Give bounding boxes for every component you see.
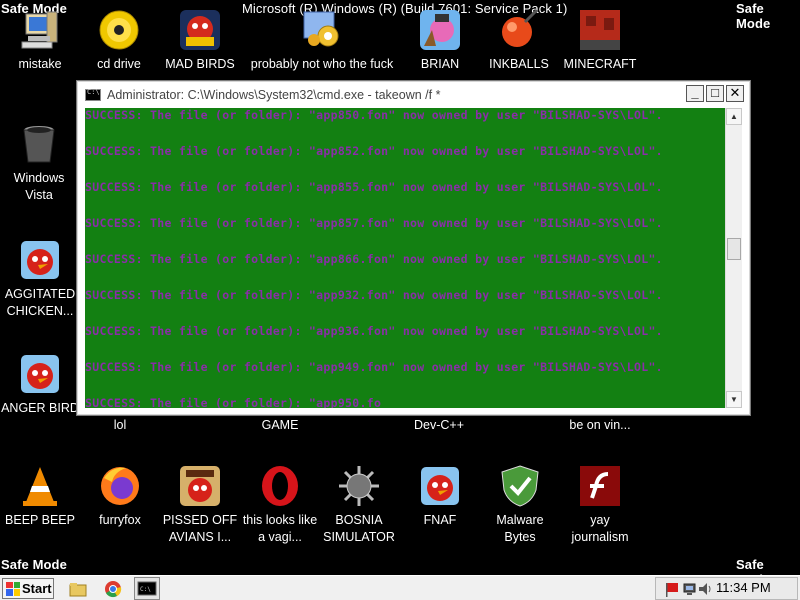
desktop-icon-label: GAME <box>261 418 299 432</box>
recycle-bin-icon <box>17 122 61 166</box>
cmd-icon: C:\ <box>137 581 157 596</box>
desktop-icon-label: Windows Vista <box>13 171 65 202</box>
angry-birds-seasons-icon <box>178 464 222 508</box>
close-button[interactable]: ✕ <box>726 85 744 102</box>
flash-icon <box>578 464 622 508</box>
desktop-icon-game[interactable]: GAME <box>232 417 328 434</box>
maximize-button[interactable]: □ <box>706 85 724 102</box>
safe-mode-label-top-right: Safe Mode <box>736 1 771 31</box>
desktop-icon-lol[interactable]: lol <box>72 417 168 434</box>
start-button[interactable]: Start <box>2 578 54 599</box>
computer-icon <box>18 8 62 52</box>
desktop-icon-label: BOSNIA SIMULATOR <box>323 513 395 544</box>
cmd-window-titlebar[interactable]: Administrator: C:\Windows\System32\cmd.e… <box>77 81 750 108</box>
explorer-icon[interactable] <box>68 579 88 599</box>
cmd-window[interactable]: Administrator: C:\Windows\System32\cmd.e… <box>76 80 751 416</box>
console-line: SUCCESS: The file (or folder): "app850.f… <box>85 108 663 122</box>
desktop-icon-dev-cpp[interactable]: Dev-C++ <box>391 417 487 434</box>
console-line: SUCCESS: The file (or folder): "app949.f… <box>85 360 663 374</box>
scrollbar-thumb[interactable] <box>727 238 741 260</box>
scroll-up-arrow-icon[interactable]: ▲ <box>726 108 742 125</box>
desktop-icon-label: ANGER BIRD <box>1 401 79 415</box>
desktop-icon-aggitated-chicken[interactable]: AGGITATED CHICKEN... <box>0 238 88 320</box>
console-line: SUCCESS: The file (or folder): "app936.f… <box>85 324 663 338</box>
desktop-icon-label: lol <box>113 418 127 432</box>
control-panel-icon <box>300 8 344 52</box>
cmd-window-title: Administrator: C:\Windows\System32\cmd.e… <box>107 87 441 102</box>
spiked-ball-icon <box>337 464 381 508</box>
angry-birds-icon <box>18 238 62 282</box>
safe-mode-label-bottom-left: Safe Mode <box>1 557 67 572</box>
desktop-icon-label: probably not who the fuck <box>250 57 394 71</box>
inkball-icon <box>497 8 541 52</box>
angry-birds-icon <box>418 464 462 508</box>
desktop-icon-be-on-vin[interactable]: be on vin... <box>552 417 648 434</box>
taskbar: Start C:\ 11:34 PM <box>0 575 800 600</box>
console-scrollbar[interactable]: ▲ ▼ <box>725 108 742 408</box>
vlc-icon <box>18 464 62 508</box>
console-line: SUCCESS: The file (or folder): "app866.f… <box>85 252 663 266</box>
cd-drive-icon <box>97 8 141 52</box>
shield-check-icon <box>498 464 542 508</box>
start-label: Start <box>22 581 52 596</box>
opera-icon <box>258 464 302 508</box>
console-output[interactable]: SUCCESS: The file (or folder): "app850.f… <box>85 108 728 408</box>
angry-birds-icon <box>18 352 62 396</box>
desktop-icon-label: PISSED OFF AVIANS I... <box>162 513 238 544</box>
desktop-icon-label: MAD BIRDS <box>165 57 235 71</box>
volume-icon[interactable] <box>696 579 716 599</box>
windows-flag-icon <box>6 581 20 596</box>
desktop-icon-label: MINECRAFT <box>563 57 637 71</box>
taskbar-clock[interactable]: 11:34 PM <box>716 580 771 595</box>
desktop-icon-label: yay journalism <box>571 513 629 544</box>
angry-birds-space-icon <box>178 8 222 52</box>
console-line: SUCCESS: The file (or folder): "app855.f… <box>85 180 663 194</box>
minecraft-icon <box>578 8 622 52</box>
taskbar-cmd-button[interactable]: C:\ <box>134 577 160 600</box>
desktop-icon-windows-vista[interactable]: Windows Vista <box>0 122 87 204</box>
desktop-icon-label: AGGITATED CHICKEN... <box>4 287 76 318</box>
desktop-icon-label: Malware Bytes <box>496 513 544 544</box>
svg-text:C:\: C:\ <box>140 586 151 593</box>
console-line: SUCCESS: The file (or folder): "app932.f… <box>85 288 663 302</box>
bird-slingshot-icon <box>418 8 462 52</box>
scroll-down-arrow-icon[interactable]: ▼ <box>726 391 742 408</box>
desktop-icon-label: this looks like a vagi... <box>242 513 318 544</box>
desktop-icon-label: be on vin... <box>569 418 631 432</box>
desktop-icon-minecraft[interactable]: MINECRAFT <box>552 8 648 73</box>
chrome-icon[interactable] <box>103 579 123 599</box>
firefox-icon <box>98 464 142 508</box>
desktop-icon-control-panel[interactable]: probably not who the fuck <box>237 8 407 73</box>
desktop-icon-mad-birds[interactable]: MAD BIRDS <box>152 8 248 73</box>
minimize-button[interactable]: _ <box>686 85 704 102</box>
console-line: SUCCESS: The file (or folder): "app950.f… <box>85 396 382 408</box>
cmd-icon <box>85 88 101 101</box>
desktop-icon-label: Dev-C++ <box>413 418 465 432</box>
action-center-flag-icon[interactable] <box>662 579 682 599</box>
console-line: SUCCESS: The file (or folder): "app852.f… <box>85 144 663 158</box>
desktop-icon-yay-journalism[interactable]: yay journalism <box>552 464 648 546</box>
desktop-icon-anger-bird[interactable]: ANGER BIRD <box>0 352 88 417</box>
console-line: SUCCESS: The file (or folder): "app857.f… <box>85 216 663 230</box>
